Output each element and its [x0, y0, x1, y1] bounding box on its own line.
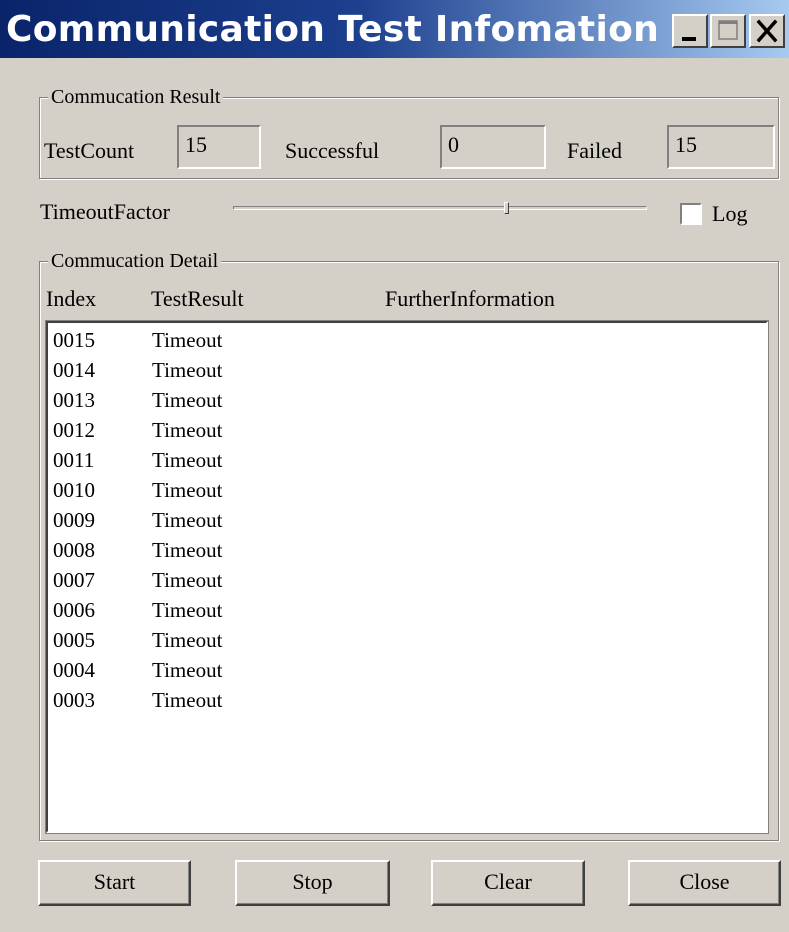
title-bar[interactable]: Communication Test Infomation — [0, 0, 789, 58]
row-test-result: Timeout — [152, 688, 223, 712]
list-item[interactable]: 0003 Timeout — [48, 685, 764, 715]
row-index: 0011 — [53, 448, 95, 472]
test-count-field[interactable]: 15 — [177, 125, 261, 169]
row-index: 0008 — [53, 538, 95, 562]
minimize-button[interactable] — [672, 14, 708, 48]
list-item[interactable]: 0006 Timeout — [48, 595, 764, 625]
failed-field[interactable]: 15 — [667, 125, 775, 169]
row-test-result: Timeout — [152, 358, 223, 382]
clear-button[interactable]: Clear — [431, 860, 585, 906]
row-test-result: Timeout — [152, 658, 223, 682]
row-index: 0009 — [53, 508, 95, 532]
minimize-icon — [682, 37, 696, 41]
row-index: 0015 — [53, 328, 95, 352]
close-icon — [756, 19, 778, 43]
row-test-result: Timeout — [152, 328, 223, 352]
detail-group-label: Commucation Detail — [48, 249, 222, 273]
timeout-slider-track[interactable] — [233, 206, 647, 210]
row-index: 0005 — [53, 628, 95, 652]
failed-label: Failed — [567, 138, 622, 163]
row-test-result: Timeout — [152, 538, 223, 562]
row-test-result: Timeout — [152, 418, 223, 442]
log-checkbox[interactable] — [680, 203, 702, 225]
row-test-result: Timeout — [152, 628, 223, 652]
test-count-label: TestCount — [44, 138, 135, 163]
list-item[interactable]: 0008 Timeout — [48, 535, 764, 565]
row-index: 0012 — [53, 418, 95, 442]
list-item[interactable]: 0010 Timeout — [48, 475, 764, 505]
list-item[interactable]: 0009 Timeout — [48, 505, 764, 535]
row-test-result: Timeout — [152, 568, 223, 592]
result-group-label: Commucation Result — [48, 85, 224, 109]
timeout-factor-label: TimeoutFactor — [40, 199, 170, 224]
window-title: Communication Test Infomation — [6, 9, 660, 50]
row-index: 0003 — [53, 688, 95, 712]
column-header-test-result[interactable]: TestResult — [151, 286, 244, 312]
row-index: 0004 — [53, 658, 95, 682]
row-test-result: Timeout — [152, 478, 223, 502]
close-window-button[interactable] — [749, 14, 785, 48]
stop-button[interactable]: Stop — [235, 860, 390, 906]
close-button[interactable]: Close — [628, 860, 781, 906]
column-header-further-information[interactable]: FurtherInformation — [385, 286, 555, 312]
start-button[interactable]: Start — [38, 860, 191, 906]
column-header-index[interactable]: Index — [46, 286, 96, 312]
list-item[interactable]: 0012 Timeout — [48, 415, 764, 445]
row-test-result: Timeout — [152, 598, 223, 622]
successful-label: Successful — [285, 138, 380, 163]
row-test-result: Timeout — [152, 388, 223, 412]
row-index: 0010 — [53, 478, 95, 502]
row-index: 0006 — [53, 598, 95, 622]
maximize-icon — [718, 20, 738, 40]
list-item[interactable]: 0013 Timeout — [48, 385, 764, 415]
list-item[interactable]: 0005 Timeout — [48, 625, 764, 655]
maximize-button[interactable] — [710, 14, 746, 48]
row-index: 0007 — [53, 568, 95, 592]
row-test-result: Timeout — [152, 448, 223, 472]
list-item[interactable]: 0007 Timeout — [48, 565, 764, 595]
log-label: Log — [712, 201, 748, 226]
list-item[interactable]: 0011 Timeout — [48, 445, 764, 475]
list-item[interactable]: 0015 Timeout — [48, 325, 764, 355]
timeout-slider-thumb[interactable] — [504, 202, 509, 214]
row-index: 0014 — [53, 358, 95, 382]
detail-listbox[interactable]: 0015 Timeout 0014 Timeout 0013 Timeout 0012 Tim… — [46, 321, 768, 833]
row-index: 0013 — [53, 388, 95, 412]
list-item[interactable]: 0004 Timeout — [48, 655, 764, 685]
row-test-result: Timeout — [152, 508, 223, 532]
list-item[interactable]: 0014 Timeout — [48, 355, 764, 385]
successful-field[interactable]: 0 — [440, 125, 546, 169]
